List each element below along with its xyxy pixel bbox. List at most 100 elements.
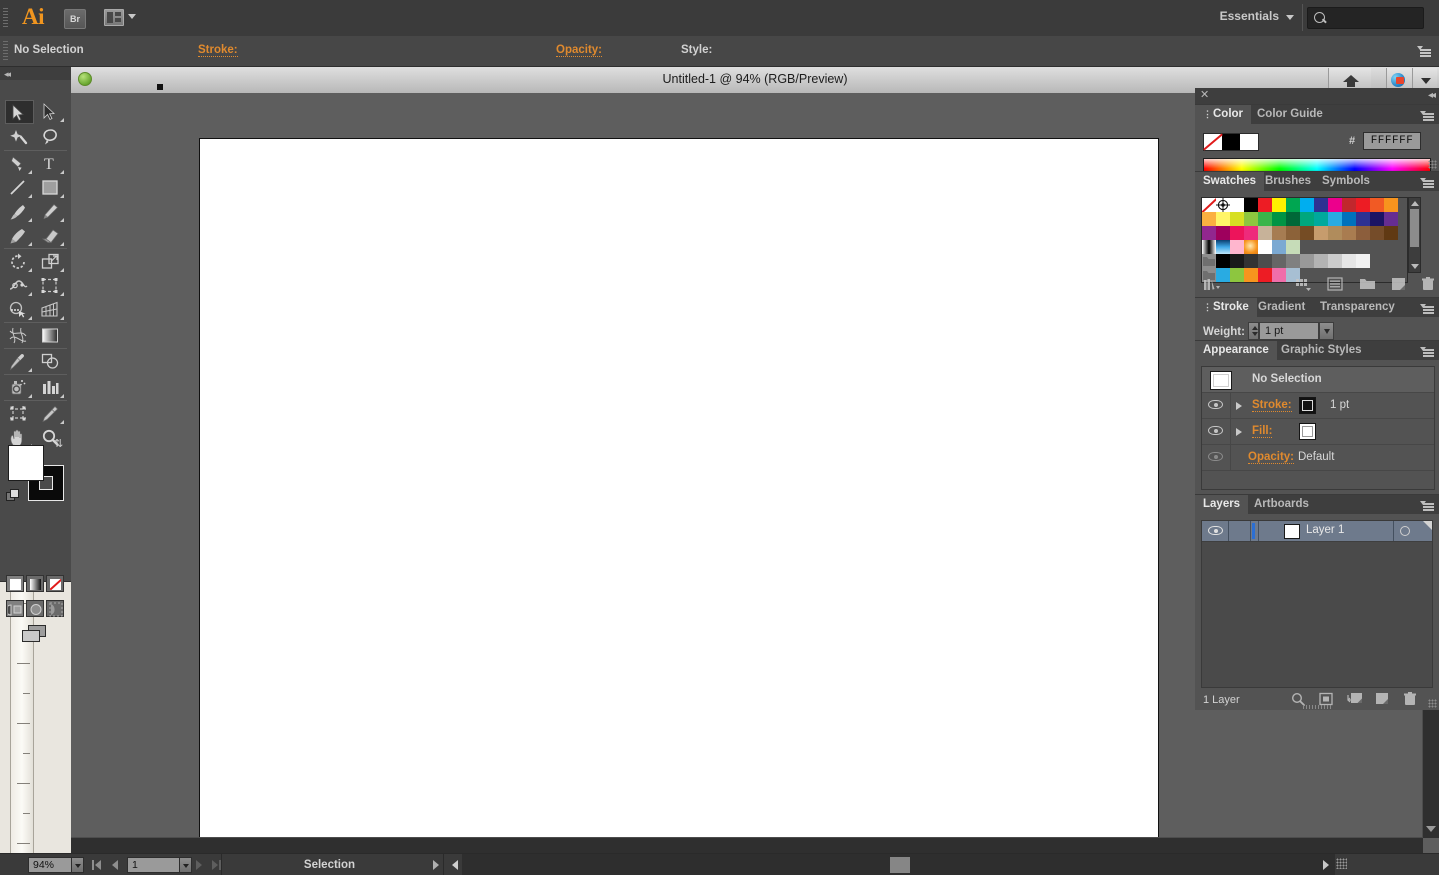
- paintbrush-tool[interactable]: [5, 200, 34, 224]
- current-tool-label[interactable]: Selection: [222, 857, 437, 873]
- tab-artboards[interactable]: Artboards: [1246, 495, 1317, 514]
- swap-fill-stroke-icon[interactable]: ⇅: [54, 437, 63, 450]
- swatches-scroll-thumb[interactable]: [1410, 209, 1419, 247]
- artboard-tool[interactable]: [5, 402, 34, 426]
- swatch-7[interactable]: [1300, 198, 1314, 212]
- swatch-30[interactable]: [1230, 226, 1244, 240]
- swatch-37[interactable]: [1328, 226, 1342, 240]
- tab-appearance[interactable]: Appearance: [1195, 341, 1277, 360]
- selection-tool[interactable]: [5, 100, 34, 124]
- layers-resize-grip[interactable]: [1428, 699, 1437, 708]
- appearance-row-fill[interactable]: Fill:: [1202, 419, 1434, 445]
- swatch-registration[interactable]: [1216, 198, 1230, 212]
- appearance-panel-menu-icon[interactable]: [1420, 346, 1434, 356]
- swatch-gray-5[interactable]: [1286, 254, 1300, 268]
- layers-panel-menu-icon[interactable]: [1420, 500, 1434, 510]
- control-panel-menu-icon[interactable]: [1417, 46, 1431, 57]
- expand-triangle-icon[interactable]: [1236, 402, 1242, 410]
- appearance-fill-label[interactable]: Fill:: [1252, 425, 1272, 438]
- tab-gradient[interactable]: Gradient: [1250, 298, 1313, 317]
- tab-layers[interactable]: Layers: [1195, 495, 1248, 514]
- blob-brush-tool[interactable]: [5, 224, 34, 248]
- swatch-gray-4[interactable]: [1272, 254, 1286, 268]
- none-button[interactable]: [46, 575, 64, 592]
- appearance-row-stroke[interactable]: Stroke: 1 pt: [1202, 393, 1434, 419]
- rectangle-tool[interactable]: [37, 176, 66, 200]
- swatch-none[interactable]: [1202, 198, 1216, 212]
- appearance-stroke-swatch[interactable]: [1299, 397, 1316, 414]
- scroll-down-icon[interactable]: [1426, 826, 1436, 832]
- swatch-29[interactable]: [1216, 226, 1230, 240]
- workspace-switcher-label[interactable]: Essentials: [1220, 9, 1279, 23]
- swatch-39[interactable]: [1356, 226, 1370, 240]
- stroke-panel-menu-icon[interactable]: [1420, 303, 1434, 313]
- swatches-panel-menu-icon[interactable]: [1420, 177, 1434, 187]
- controlbar-grip[interactable]: [3, 41, 8, 61]
- first-artboard-bar[interactable]: [92, 860, 94, 870]
- stroke-weight-panel-input[interactable]: 1 pt: [1259, 322, 1319, 340]
- swatch-28[interactable]: [1202, 226, 1216, 240]
- swatch-40[interactable]: [1370, 226, 1384, 240]
- go-to-bridge-button[interactable]: Br: [64, 9, 86, 29]
- layers-list[interactable]: Layer 1: [1201, 520, 1433, 688]
- pencil-tool[interactable]: [37, 200, 66, 224]
- shape-builder-tool[interactable]: [5, 298, 34, 322]
- fill-color-indicator[interactable]: [8, 445, 44, 481]
- swatch-33[interactable]: [1272, 226, 1286, 240]
- color-panel-resize-grip[interactable]: [1428, 160, 1437, 169]
- magic-wand-tool[interactable]: [5, 125, 34, 149]
- swatch-options-icon[interactable]: [1327, 277, 1343, 296]
- mesh-tool[interactable]: [5, 324, 34, 348]
- swatches-scroll-down-icon[interactable]: [1411, 264, 1419, 269]
- swatch-38[interactable]: [1342, 226, 1356, 240]
- status-menu-icon[interactable]: [433, 860, 439, 870]
- swatch-31[interactable]: [1244, 226, 1258, 240]
- toolbox-header[interactable]: ◂◂: [0, 67, 71, 80]
- swatch-27[interactable]: [1384, 212, 1398, 226]
- hscroll-thumb[interactable]: [890, 857, 910, 873]
- hex-input[interactable]: FFFFFF: [1363, 132, 1421, 150]
- artboard[interactable]: [199, 138, 1159, 838]
- first-artboard-icon[interactable]: [95, 860, 101, 870]
- swatch-41[interactable]: [1384, 226, 1398, 240]
- swatch-24[interactable]: [1342, 212, 1356, 226]
- swatch-23[interactable]: [1328, 212, 1342, 226]
- tab-swatches[interactable]: Swatches: [1195, 172, 1264, 191]
- tab-symbols[interactable]: Symbols: [1314, 172, 1378, 191]
- slice-tool[interactable]: [37, 402, 66, 426]
- swatches-scrollbar[interactable]: [1408, 197, 1421, 273]
- layer-name[interactable]: Layer 1: [1306, 524, 1344, 536]
- last-artboard-icon[interactable]: [212, 860, 218, 870]
- search-input[interactable]: [1307, 7, 1424, 29]
- swatch-6[interactable]: [1286, 198, 1300, 212]
- swatch-9[interactable]: [1328, 198, 1342, 212]
- perspective-grid-tool[interactable]: [37, 298, 66, 322]
- swatch-gray-0[interactable]: [1216, 254, 1230, 268]
- swatch-gradient-bw[interactable]: [1202, 240, 1216, 254]
- gradient-tool[interactable]: [37, 324, 66, 348]
- hscroll-left-icon[interactable]: [452, 860, 458, 870]
- hscroll-right-icon[interactable]: [1323, 860, 1329, 870]
- appearance-row-opacity[interactable]: Opacity: Default: [1202, 445, 1434, 471]
- eraser-tool[interactable]: [37, 224, 66, 248]
- create-new-sublayer-icon[interactable]: [1347, 692, 1364, 711]
- free-transform-tool[interactable]: [37, 274, 66, 298]
- swatch-orange-radial[interactable]: [1244, 240, 1258, 254]
- dock-close-icon[interactable]: ✕: [1200, 90, 1209, 101]
- swatch-gray-7[interactable]: [1314, 254, 1328, 268]
- appearance-fill-swatch[interactable]: [1299, 423, 1316, 440]
- swatch-21[interactable]: [1300, 212, 1314, 226]
- rotate-tool[interactable]: [5, 250, 34, 274]
- delete-layer-icon[interactable]: [1403, 692, 1417, 711]
- column-graph-tool[interactable]: [37, 376, 66, 400]
- lasso-tool[interactable]: [37, 125, 66, 149]
- chip-black[interactable]: [1222, 134, 1240, 150]
- layer-row[interactable]: Layer 1: [1202, 521, 1432, 542]
- swatch-3[interactable]: [1244, 198, 1258, 212]
- color-chips[interactable]: [1203, 133, 1259, 151]
- swatch-group-folder-icon[interactable]: [1202, 254, 1216, 268]
- artboard-number-input[interactable]: 1: [127, 857, 184, 873]
- visibility-eye-icon[interactable]: [1208, 425, 1223, 436]
- swatch-gradient-blue[interactable]: [1216, 240, 1230, 254]
- draw-inside-button[interactable]: [46, 600, 64, 617]
